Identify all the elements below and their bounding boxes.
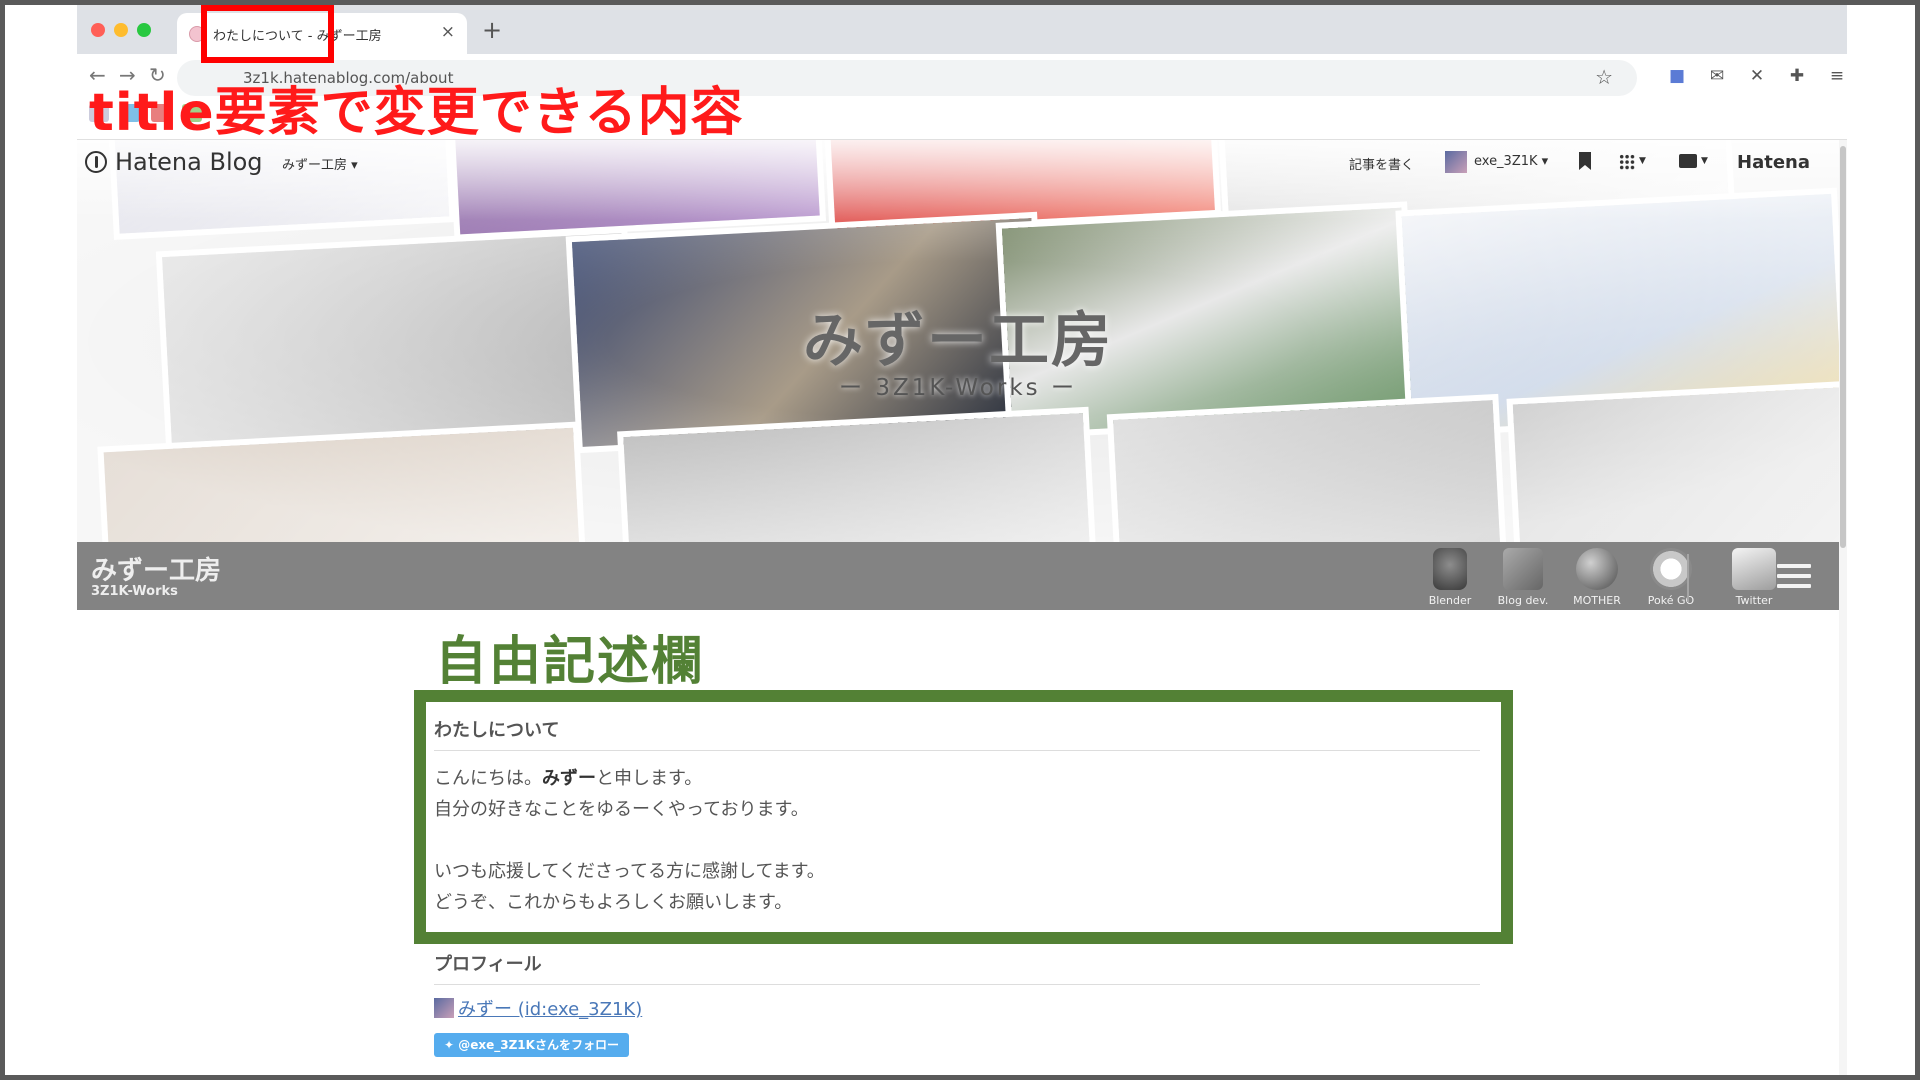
free-text-highlight-box [414,690,1513,944]
playlist-icon[interactable]: ≡ [1827,66,1847,86]
tab-bar: わたしについて - みずー工房 × + [77,5,1847,54]
star-icon[interactable]: ☆ [1595,65,1613,89]
microscope-icon [1503,548,1543,590]
lantern-icon [1433,548,1467,590]
slide-frame: わたしについて - みずー工房 × + ← → ↻ 3z1k.hatenablo… [5,5,1915,1075]
nav-link-label: MOTHER [1573,594,1621,607]
blog-navigation-bar: みずー工房 3Z1K-Works Blender Blog dev. MOTHE… [77,542,1839,610]
follow-label: @exe_3Z1Kさんをフォロー [458,1038,619,1052]
user-avatar[interactable] [1445,151,1467,173]
nav-link-poke-go[interactable]: Poké GO [1639,548,1703,607]
nav-link-label: Poké GO [1647,594,1695,607]
nav-link-label: Blog dev. [1497,594,1549,607]
title-annotation-label: title要素で変更できる内容 [89,83,744,143]
mail-extension-icon[interactable]: ✉ [1707,66,1727,86]
page-scrollbar[interactable] [1839,140,1847,1075]
write-article-link[interactable]: 記事を書く [1349,154,1414,173]
hatena-blog-logo[interactable]: Hatena Blog [115,148,263,176]
nav-blog-title[interactable]: みずー工房 [91,550,221,587]
new-tab-button[interactable]: + [482,16,502,44]
x-extension-icon[interactable]: ✕ [1747,66,1767,86]
title-highlight-box [201,5,334,63]
free-text-annotation-label: 自由記述欄 [435,632,706,692]
nav-link-label: Blender [1428,594,1472,607]
blog-subtitle: ー 3Z1K-Works ー [839,375,1077,401]
close-window-button[interactable] [91,23,105,37]
nav-divider [1687,554,1689,602]
chevron-down-icon: ▼ [1639,156,1646,166]
chevron-down-icon: ▼ [1701,156,1708,166]
compass-icon [1650,548,1692,590]
blog-title[interactable]: みずー工房 [77,292,1839,379]
puzzle-extension-icon[interactable]: ✚ [1787,66,1807,86]
maximize-window-button[interactable] [137,23,151,37]
hatena-blog-logo-icon[interactable] [85,151,107,173]
nav-link-label: Twitter [1735,594,1773,607]
user-menu[interactable]: exe_3Z1K ▾ [1474,154,1548,169]
twitter-follow-button[interactable]: ✦ @exe_3Z1Kさんをフォロー [434,1033,629,1057]
profile-link[interactable]: みずー (id:exe_3Z1K) [434,995,1480,1021]
bookmark-icon[interactable] [1579,152,1591,170]
minimize-window-button[interactable] [114,23,128,37]
nav-link-blog-dev[interactable]: Blog dev. [1491,548,1555,607]
scrollbar-thumb[interactable] [1840,146,1846,548]
chat-extension-icon[interactable]: ■ [1667,66,1687,86]
profile-title: プロフィール [434,950,1480,985]
close-icon[interactable]: × [441,22,455,42]
profile-avatar [434,998,454,1018]
earth-icon [1576,548,1618,590]
hamburger-menu-icon[interactable] [1777,564,1811,588]
header-image: Hatena Blog みずー工房 ▾ 記事を書く exe_3Z1K ▾ ▼ ▼… [77,140,1839,542]
twitter-bird-icon: ✦ [444,1038,459,1052]
nav-link-mother[interactable]: MOTHER [1565,548,1629,607]
profile-link-text: みずー (id:exe_3Z1K) [458,999,643,1020]
blog-select-menu[interactable]: みずー工房 ▾ [282,154,358,173]
hatena-link[interactable]: Hatena [1737,152,1810,173]
grid-menu-icon[interactable] [1619,154,1635,170]
nav-blog-subtitle: 3Z1K-Works [91,584,178,599]
profile-module: プロフィール みずー (id:exe_3Z1K) ✦ @exe_3Z1Kさんをフ… [434,950,1480,1057]
nav-link-blender[interactable]: Blender [1418,548,1482,607]
hatena-global-header: Hatena Blog みずー工房 ▾ 記事を書く exe_3Z1K ▾ ▼ ▼… [77,140,1839,184]
quill-icon [1732,548,1776,590]
comment-icon[interactable] [1679,154,1697,168]
